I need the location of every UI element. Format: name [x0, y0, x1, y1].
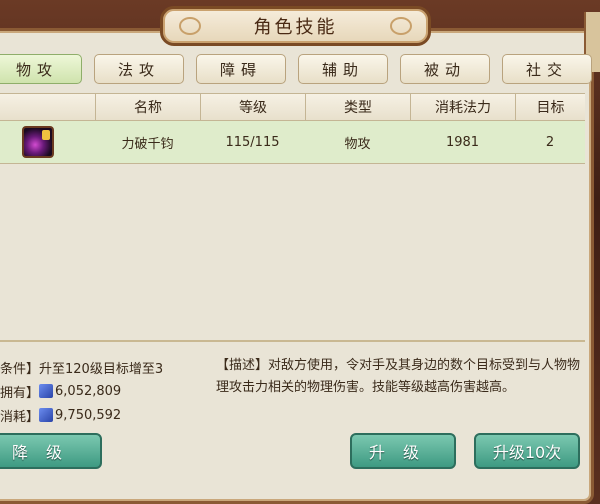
tab-label: 社交	[525, 60, 568, 79]
cell-target: 2	[545, 134, 555, 150]
skill-description: 【描述】对敌方使用，令对手及其身边的数个目标受到与人物物理攻击力相关的物理伤害。…	[216, 358, 581, 395]
cell-level: 115/115	[225, 134, 280, 150]
skill-category-tabs: 物攻 法攻 障碍 辅助 被动 社交	[0, 54, 600, 86]
cell-name: 力破千钧	[121, 136, 174, 152]
book-coin-icon	[39, 384, 54, 398]
skill-table: 名称 等级 类型 消耗法力 目标 力破千钧 115/115 物攻 1981 2	[0, 93, 585, 164]
window-title-plaque: 角色技能	[160, 6, 431, 46]
col-header-target: 目标	[515, 94, 585, 120]
col-header-type: 类型	[305, 94, 410, 120]
table-header: 名称 等级 类型 消耗法力 目标	[0, 93, 585, 121]
tab-label: 被动	[423, 60, 466, 79]
tab-label: 辅助	[321, 60, 364, 79]
condition-text: 条件】升至120级目标增至3	[0, 361, 164, 377]
button-label: 升级	[368, 443, 437, 462]
skill-icon	[22, 126, 54, 158]
divider	[0, 340, 585, 342]
upgrade-info: 条件】升至120级目标增至3 拥有】 6,052,809 消耗】 9,750,5…	[0, 355, 200, 427]
page-title: 角色技能	[253, 17, 338, 38]
tab-social[interactable]: 社交	[502, 54, 592, 84]
cost-line: 消耗】 9,750,592	[0, 403, 200, 427]
tab-magic[interactable]: 法攻	[94, 54, 184, 84]
own-label: 拥有】	[0, 385, 40, 401]
cost-value: 9,750,592	[55, 407, 122, 423]
col-header-mana: 消耗法力	[410, 94, 515, 120]
ornament-left-icon	[179, 17, 201, 35]
tab-label: 物攻	[15, 60, 58, 79]
upgrade-10-button[interactable]: 升级10次	[474, 433, 580, 469]
own-line: 拥有】 6,052,809	[0, 379, 200, 403]
cell-type: 物攻	[344, 136, 371, 152]
cost-label: 消耗】	[0, 409, 40, 425]
col-header-name: 名称	[95, 94, 200, 120]
cell-mana: 1981	[445, 134, 480, 150]
upgrade-button[interactable]: 升级	[350, 433, 456, 469]
button-label: 升级10次	[492, 443, 562, 462]
tab-obstruct[interactable]: 障碍	[196, 54, 286, 84]
button-label: 降级	[11, 443, 80, 462]
tab-passive[interactable]: 被动	[400, 54, 490, 84]
col-header-level: 等级	[200, 94, 305, 120]
tab-label: 障碍	[219, 60, 262, 79]
tab-label: 法攻	[117, 60, 160, 79]
own-value: 6,052,809	[55, 383, 122, 399]
ornament-right-icon	[390, 17, 412, 35]
tab-support[interactable]: 辅助	[298, 54, 388, 84]
tab-physical[interactable]: 物攻	[0, 54, 82, 84]
table-row[interactable]: 力破千钧 115/115 物攻 1981 2	[0, 121, 585, 164]
book-coin-icon	[39, 408, 54, 422]
downgrade-button[interactable]: 降级	[0, 433, 102, 469]
